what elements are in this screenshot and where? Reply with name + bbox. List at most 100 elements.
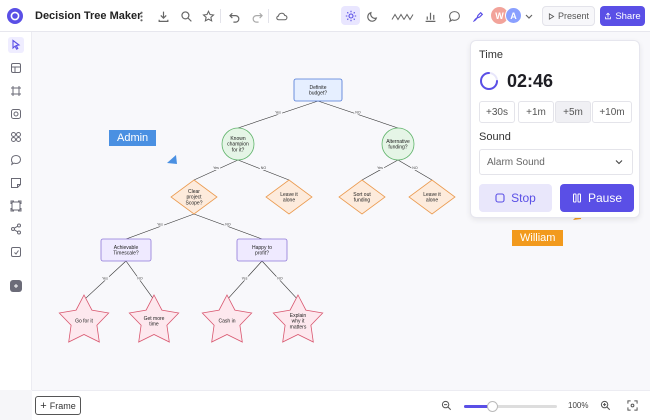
node-label: funding <box>354 198 371 204</box>
comment-icon[interactable] <box>446 8 462 24</box>
pause-label: Pause <box>587 191 623 205</box>
edge-label: Yes <box>377 166 383 170</box>
edge-label: Yes <box>213 166 219 170</box>
embed-icon[interactable] <box>8 244 24 260</box>
tree-node-diamond[interactable]: ClearprojectScope? <box>170 179 218 215</box>
more-tools-icon[interactable] <box>10 280 22 292</box>
tree-node-circle[interactable]: Knownchampionfor it? <box>221 127 255 161</box>
node-label: alone <box>426 198 438 204</box>
william-cursor-label: William <box>512 230 564 246</box>
search-icon[interactable] <box>178 8 194 24</box>
edge-label: Yes <box>157 223 163 227</box>
plus-icon: + <box>40 399 47 412</box>
components-icon[interactable] <box>8 129 24 145</box>
tree-node-star[interactable]: Get moretime <box>128 294 180 343</box>
node-label: Timescale? <box>113 251 139 257</box>
admin-cursor-label: Admin <box>109 130 157 146</box>
sticky-note-icon[interactable] <box>8 175 24 191</box>
star-icon[interactable] <box>200 8 216 24</box>
tree-node-diamond[interactable]: Sort outfunding <box>338 179 386 215</box>
download-icon[interactable] <box>155 8 171 24</box>
zoom-slider[interactable] <box>464 401 557 412</box>
edge-label: NO <box>412 166 418 170</box>
node-label: profit? <box>255 251 269 257</box>
pause-icon <box>572 193 581 203</box>
sun-light-mode-icon[interactable] <box>341 6 360 25</box>
moon-dark-mode-icon[interactable] <box>364 8 380 24</box>
add-30s-button[interactable]: +30s <box>479 101 515 123</box>
share-label: Share <box>615 10 641 22</box>
pause-button[interactable]: Pause <box>560 184 634 212</box>
app-logo-icon[interactable] <box>7 8 23 24</box>
add-1m-button[interactable]: +1m <box>518 101 554 123</box>
node-label: Go for it <box>75 319 93 325</box>
add-10m-button[interactable]: +10m <box>592 101 632 123</box>
image-frame-icon[interactable] <box>8 198 24 214</box>
chevron-down-icon <box>615 160 623 165</box>
undo-icon[interactable] <box>226 8 242 24</box>
redo-icon[interactable] <box>249 8 265 24</box>
shapes-icon[interactable] <box>8 106 24 122</box>
share-button[interactable]: Share <box>600 6 645 26</box>
stop-icon <box>495 193 505 203</box>
edge-label: Yes <box>102 276 108 280</box>
fit-to-screen-icon[interactable] <box>626 399 639 412</box>
play-icon <box>548 12 555 20</box>
tree-node-rect[interactable]: Definitebudget? <box>293 78 343 102</box>
present-button[interactable]: Present <box>542 6 595 26</box>
bottom-bar: + Frame 100% <box>32 390 650 420</box>
tree-node-star[interactable]: Go for it <box>58 294 110 343</box>
edge-label: NO <box>277 276 283 280</box>
frame-label: Frame <box>49 400 76 411</box>
tree-node-circle[interactable]: Alternativefunding? <box>381 127 415 161</box>
stop-button[interactable]: Stop <box>479 184 552 212</box>
comment-tool-icon[interactable] <box>8 152 24 168</box>
zoom-out-icon[interactable] <box>440 399 453 412</box>
collaboration-icon[interactable] <box>390 8 416 24</box>
tree-node-diamond[interactable]: Leave italone <box>265 179 313 215</box>
pen-tool-icon[interactable] <box>470 8 486 24</box>
edge-label: NO <box>261 166 267 170</box>
zoom-level: 100% <box>568 401 589 410</box>
sound-label: Sound <box>479 131 511 143</box>
admin-cursor-pointer-icon <box>167 155 177 164</box>
toolbar-divider <box>220 9 221 23</box>
tree-node-rect[interactable]: Happy toprofit? <box>236 238 288 262</box>
bar-chart-icon[interactable] <box>422 8 438 24</box>
present-label: Present <box>557 11 590 21</box>
avatar[interactable]: A <box>505 7 522 24</box>
node-label: alone <box>283 198 295 204</box>
left-tool-sidebar <box>0 32 32 390</box>
edge-label: Yes <box>242 276 248 280</box>
chevron-down-icon[interactable] <box>523 8 535 24</box>
select-cursor-icon[interactable] <box>8 37 24 53</box>
document-title[interactable]: Decision Tree Maker <box>35 10 141 22</box>
more-menu-icon[interactable] <box>133 8 149 24</box>
node-label: matters <box>290 324 307 330</box>
add-frame-button[interactable]: + Frame <box>35 396 81 415</box>
cloud-sync-icon[interactable] <box>273 8 289 24</box>
tree-node-diamond[interactable]: Leave italone <box>408 179 456 215</box>
node-label: budget? <box>309 91 327 97</box>
node-label: Cash in <box>219 319 236 325</box>
add-5m-button[interactable]: +5m <box>555 101 591 123</box>
timer-display: 02:46 <box>507 71 554 91</box>
templates-icon[interactable] <box>8 60 24 76</box>
frame-tool-icon[interactable] <box>8 83 24 99</box>
tree-node-star[interactable]: Cash in <box>201 294 253 343</box>
tree-node-rect[interactable]: AchievableTimescale? <box>100 238 152 262</box>
zoom-in-icon[interactable] <box>599 399 612 412</box>
timer-panel: Time 02:46 +30s +1m +5m +10m Sound Alarm… <box>470 40 640 218</box>
stop-label: Stop <box>511 191 536 205</box>
edge-label: NO <box>137 276 143 280</box>
zoom-slider-handle[interactable] <box>486 401 498 412</box>
time-label: Time <box>479 49 504 61</box>
node-label: funding? <box>388 145 407 151</box>
node-label: time <box>149 322 159 328</box>
mind-map-icon[interactable] <box>8 221 24 237</box>
edge-label: Yes <box>275 111 281 115</box>
tree-node-star[interactable]: Explainwhy itmatters <box>272 294 324 343</box>
edge-label: NO <box>225 223 231 227</box>
timer-progress-icon <box>480 72 498 90</box>
sound-select[interactable]: Alarm Sound <box>479 149 633 175</box>
